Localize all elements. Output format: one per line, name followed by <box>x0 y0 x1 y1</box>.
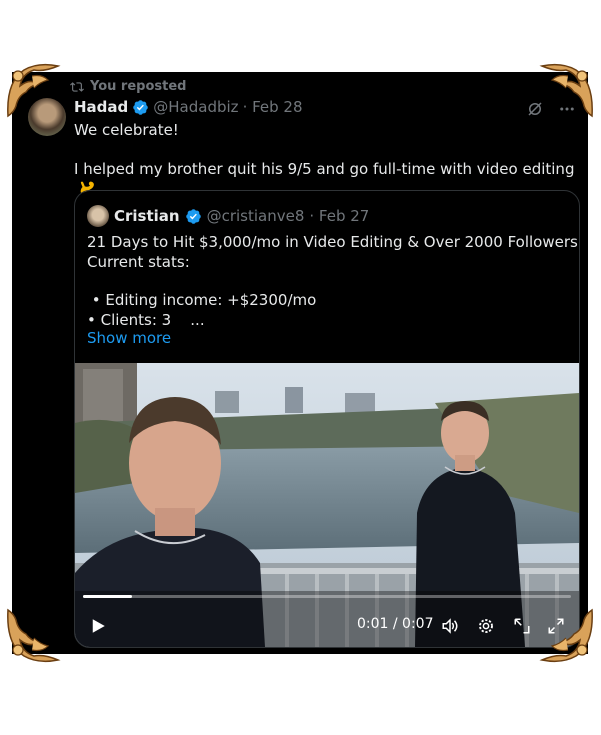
quote-text-line: • Clients: 3 ... <box>87 311 205 329</box>
video-progress-fill <box>83 595 132 598</box>
corner-ornament <box>4 606 62 664</box>
quote-author-handle: @cristianve8 <box>206 207 305 225</box>
corner-ornament <box>4 62 62 120</box>
corner-ornament <box>538 606 596 664</box>
verified-icon <box>133 99 149 115</box>
tweet-card[interactable]: You reposted Hadad @Hadadbiz · Feb 28 We… <box>12 72 588 654</box>
repost-label: You reposted <box>90 79 187 94</box>
tweet-text-line1: We celebrate! <box>74 121 179 139</box>
pip-icon[interactable] <box>513 617 531 635</box>
video-progress-bar[interactable] <box>83 595 571 598</box>
quote-date: · Feb 27 <box>309 207 370 225</box>
quote-header: Cristian @cristianve8 · Feb 27 <box>87 205 369 227</box>
volume-icon[interactable] <box>441 617 459 635</box>
repost-indicator: You reposted <box>70 79 186 94</box>
tweet-text: I helped my brother quit his 9/5 and go … <box>74 160 575 178</box>
quote-text-line: Current stats: <box>87 253 190 271</box>
quote-text-line: • Editing income: +$2300/mo <box>87 291 317 309</box>
settings-icon[interactable] <box>477 617 495 635</box>
quote-text-line: 21 Days to Hit $3,000/mo in Video Editin… <box>87 233 580 251</box>
repost-icon <box>70 81 84 92</box>
tweet-date[interactable]: · Feb 28 <box>243 98 303 116</box>
quote-avatar <box>87 205 109 227</box>
quoted-tweet[interactable]: Cristian @cristianve8 · Feb 27 21 Days t… <box>74 190 580 648</box>
video-time: 0:01 / 0:07 <box>357 616 434 632</box>
author-name[interactable]: Hadad <box>74 98 128 116</box>
tweet-header: Hadad @Hadadbiz · Feb 28 <box>74 98 303 116</box>
video-controls: 0:01 / 0:07 <box>75 591 579 647</box>
verified-icon <box>185 208 201 224</box>
author-handle[interactable]: @Hadadbiz <box>153 98 238 116</box>
corner-ornament <box>538 62 596 120</box>
video-player[interactable]: 0:01 / 0:07 <box>75 363 579 647</box>
quote-author-name: Cristian <box>114 207 180 225</box>
show-more-link[interactable]: Show more <box>87 329 171 347</box>
play-icon[interactable] <box>89 617 107 635</box>
